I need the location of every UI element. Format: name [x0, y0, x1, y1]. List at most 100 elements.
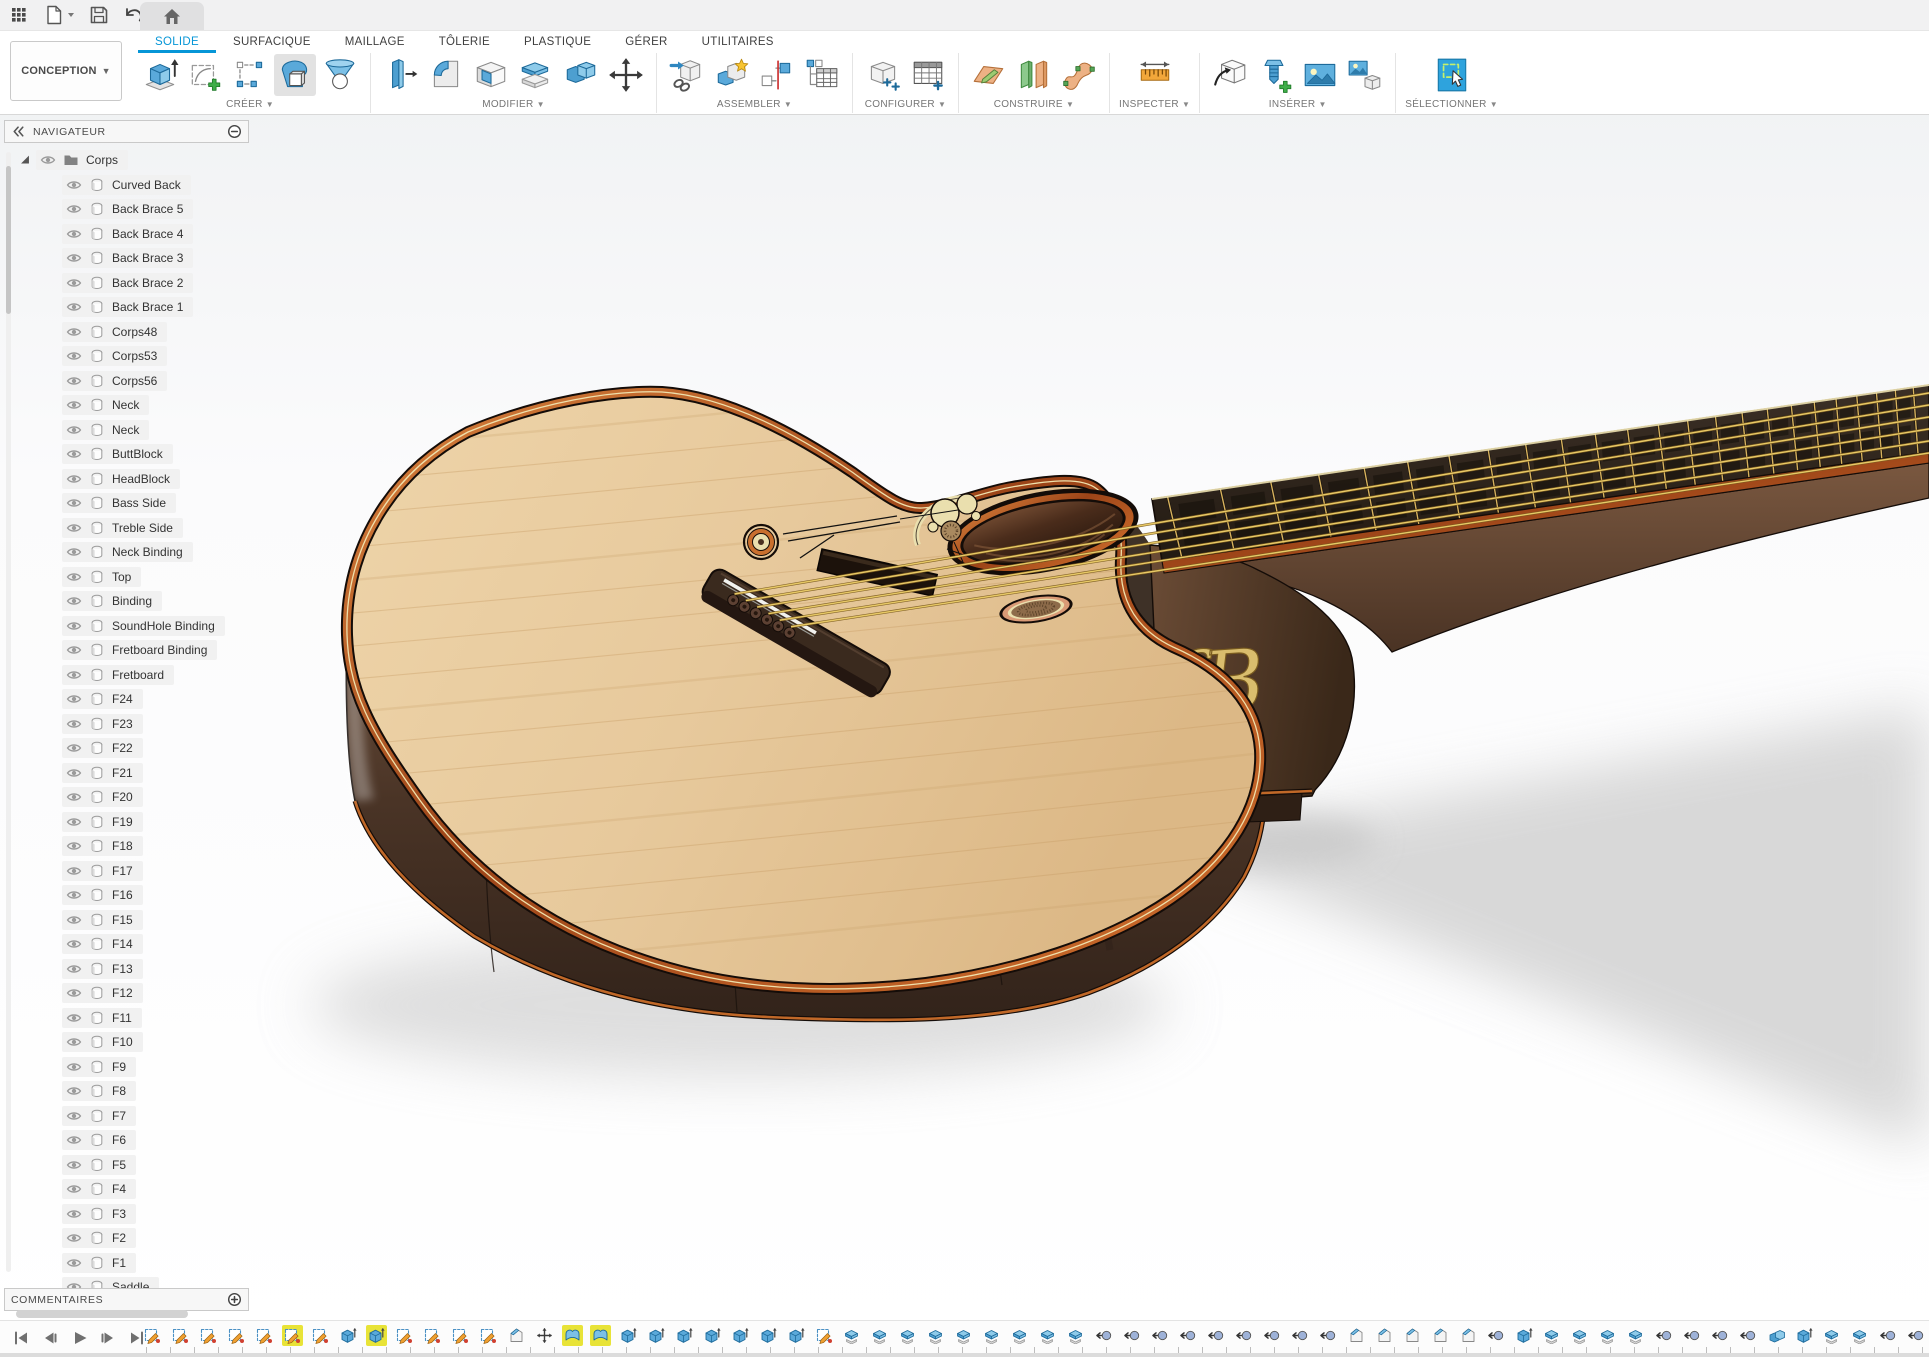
tab-surfacique[interactable]: SURFACIQUE	[216, 33, 328, 53]
visibility-eye-icon[interactable]	[66, 691, 82, 707]
offset-feature[interactable]	[1822, 1325, 1843, 1346]
extrude-feature[interactable]	[618, 1325, 639, 1346]
tree-item-label[interactable]: F21	[112, 766, 133, 780]
extrude-feature[interactable]	[786, 1325, 807, 1346]
offset-feature[interactable]	[1010, 1325, 1031, 1346]
revolve-icon[interactable]	[319, 54, 361, 96]
visibility-eye-icon[interactable]	[66, 1083, 82, 1099]
visibility-eye-icon[interactable]	[66, 226, 82, 242]
visibility-eye-icon[interactable]	[66, 1034, 82, 1050]
tree-item[interactable]: F22	[4, 736, 249, 761]
plane-offset-icon[interactable]	[968, 54, 1010, 96]
file-new-icon[interactable]	[43, 4, 75, 26]
configuration-icon[interactable]	[862, 54, 904, 96]
tree-item-label[interactable]: Neck Binding	[112, 545, 183, 559]
tree-item[interactable]: Top	[4, 565, 249, 590]
visibility-eye-icon[interactable]	[66, 667, 82, 683]
viewport-3d[interactable]: fB	[0, 0, 1929, 1357]
visibility-eye-icon[interactable]	[66, 1206, 82, 1222]
visibility-eye-icon[interactable]	[66, 422, 82, 438]
shell-icon[interactable]	[470, 54, 512, 96]
tree-item[interactable]: F3	[4, 1202, 249, 1227]
sketch-feature[interactable]	[310, 1325, 331, 1346]
tree-item[interactable]: F4	[4, 1177, 249, 1202]
insert-fastener-icon[interactable]	[1254, 54, 1296, 96]
tree-item-label[interactable]: F11	[112, 1011, 132, 1025]
tree-item-label[interactable]: F3	[112, 1207, 126, 1221]
navigator-scrollbar[interactable]	[6, 152, 11, 1272]
tree-item[interactable]: F12	[4, 981, 249, 1006]
tab-utilitaires[interactable]: UTILITAIRES	[685, 33, 791, 53]
tree-item-label[interactable]: Fretboard	[112, 668, 164, 682]
tree-item-label[interactable]: Treble Side	[112, 521, 173, 535]
tree-item-label[interactable]: F14	[112, 937, 133, 951]
extrude-feature[interactable]	[730, 1325, 751, 1346]
visibility-eye-icon[interactable]	[66, 569, 82, 585]
ribbon-group-label[interactable]: SÉLECTIONNER ▼	[1405, 97, 1498, 113]
tree-item[interactable]: Bass Side	[4, 491, 249, 516]
tree-item[interactable]: HeadBlock	[4, 467, 249, 492]
tree-item[interactable]: Neck Binding	[4, 540, 249, 565]
ribbon-group-label[interactable]: INSÉRER ▼	[1269, 97, 1327, 113]
tree-item-label[interactable]: Back Brace 5	[112, 202, 183, 216]
tree-item-label[interactable]: F17	[112, 864, 133, 878]
tree-item[interactable]: Binding	[4, 589, 249, 614]
offset-feature[interactable]	[926, 1325, 947, 1346]
visibility-eye-icon[interactable]	[66, 912, 82, 928]
tree-item-label[interactable]: F6	[112, 1133, 126, 1147]
scrollbar-thumb[interactable]	[6, 166, 11, 314]
tab-tôlerie[interactable]: TÔLERIE	[422, 33, 507, 53]
tree-item[interactable]: F8	[4, 1079, 249, 1104]
tree-item[interactable]: Fretboard Binding	[4, 638, 249, 663]
tree-item-label[interactable]: Back Brace 1	[112, 300, 183, 314]
tree-item[interactable]: Neck	[4, 393, 249, 418]
tree-item-label[interactable]: F22	[112, 741, 133, 755]
visibility-eye-icon[interactable]	[66, 275, 82, 291]
tree-item[interactable]: F11	[4, 1006, 249, 1031]
tree-item-label[interactable]: Bass Side	[112, 496, 166, 510]
new-component-icon[interactable]	[711, 54, 753, 96]
ribbon-group-label[interactable]: CONSTRUIRE ▼	[994, 97, 1074, 113]
visibility-eye-icon[interactable]	[40, 152, 56, 168]
tree-item[interactable]: F5	[4, 1153, 249, 1178]
tree-item-label[interactable]: F4	[112, 1182, 126, 1196]
create-sketch-icon[interactable]	[184, 54, 226, 96]
tree-item-label[interactable]: F2	[112, 1231, 126, 1245]
loft-feature[interactable]	[562, 1325, 583, 1346]
visibility-eye-icon[interactable]	[66, 1059, 82, 1075]
sketch-feature[interactable]	[478, 1325, 499, 1346]
visibility-eye-icon[interactable]	[66, 1132, 82, 1148]
tree-item[interactable]: F21	[4, 761, 249, 786]
extrude-feature[interactable]	[674, 1325, 695, 1346]
offset-feature[interactable]	[1598, 1325, 1619, 1346]
tree-item-label[interactable]: ButtBlock	[112, 447, 163, 461]
tree-item[interactable]: F6	[4, 1128, 249, 1153]
tree-item[interactable]: F18	[4, 834, 249, 859]
offset-feature[interactable]	[898, 1325, 919, 1346]
visibility-eye-icon[interactable]	[66, 863, 82, 879]
tree-item-label[interactable]: Corps56	[112, 374, 157, 388]
save-icon[interactable]	[88, 4, 110, 26]
extrude-feature[interactable]	[1794, 1325, 1815, 1346]
offset-feature[interactable]	[1066, 1325, 1087, 1346]
visibility-eye-icon[interactable]	[66, 1255, 82, 1271]
visibility-eye-icon[interactable]	[66, 1108, 82, 1124]
fillet-icon[interactable]	[425, 54, 467, 96]
tree-item-label[interactable]: F23	[112, 717, 133, 731]
tree-item-label[interactable]: F8	[112, 1084, 126, 1098]
sketch-feature[interactable]	[422, 1325, 443, 1346]
move-feature[interactable]	[1654, 1325, 1675, 1346]
tab-maillage[interactable]: MAILLAGE	[328, 33, 422, 53]
visibility-eye-icon[interactable]	[66, 324, 82, 340]
move-feature[interactable]	[1150, 1325, 1171, 1346]
tree-item[interactable]: Back Brace 4	[4, 222, 249, 247]
sketch-3d-icon[interactable]	[229, 54, 271, 96]
tree-item-label[interactable]: Curved Back	[112, 178, 181, 192]
tree-item[interactable]: Fretboard	[4, 663, 249, 688]
move-feature[interactable]	[1290, 1325, 1311, 1346]
tree-item[interactable]: F7	[4, 1104, 249, 1129]
circle-minus-icon[interactable]	[227, 124, 242, 139]
tree-item-label[interactable]: F12	[112, 986, 133, 1000]
plane-two-icon[interactable]	[1013, 54, 1055, 96]
ribbon-group-label[interactable]: INSPECTER ▼	[1119, 97, 1190, 113]
